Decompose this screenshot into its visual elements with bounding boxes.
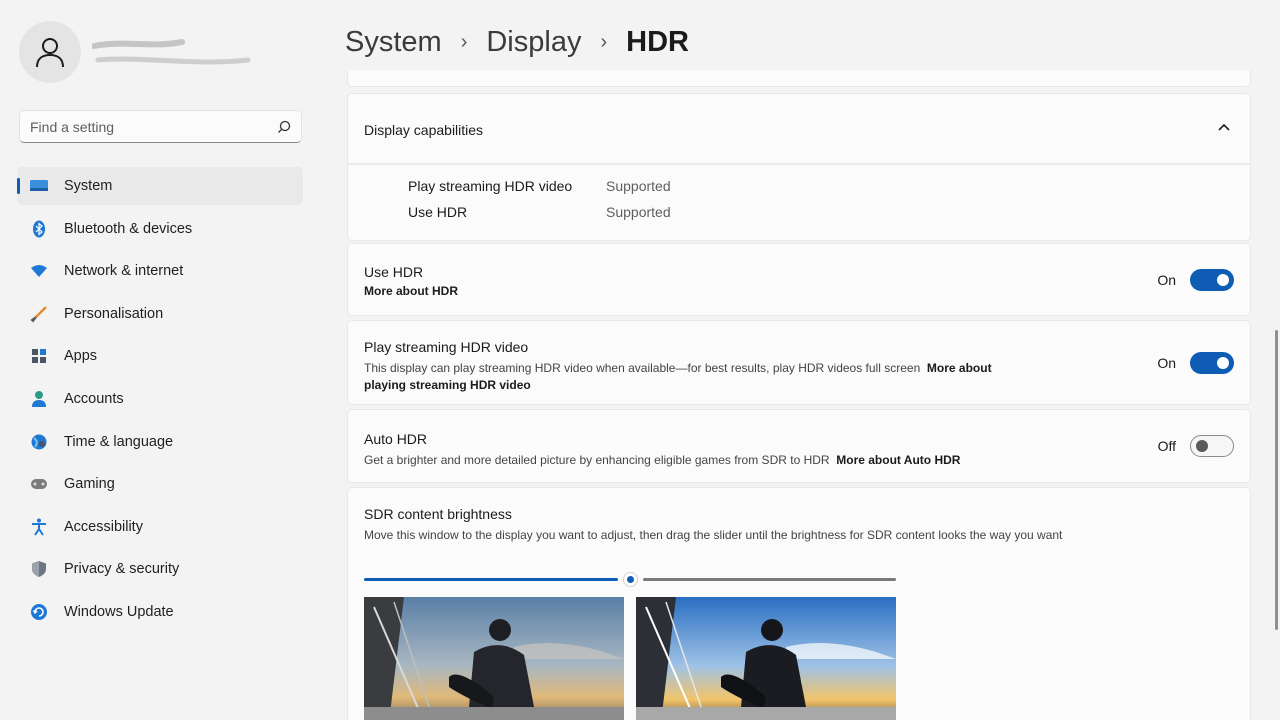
accessibility-icon: [29, 517, 49, 537]
sdr-brightness-title: SDR content brightness: [364, 506, 512, 522]
username-redacted: [92, 39, 251, 65]
accounts-icon: [29, 389, 49, 409]
sidebar-item-label: Apps: [64, 348, 98, 365]
streaming-hdr-toggle-group: On: [1157, 351, 1234, 374]
network-icon: [29, 261, 49, 281]
more-about-hdr-link[interactable]: More about HDR: [364, 284, 458, 298]
capability-row: Play streaming HDR video Supported: [408, 173, 671, 199]
auto-hdr-toggle[interactable]: [1190, 435, 1234, 457]
avatar[interactable]: [19, 21, 81, 83]
auto-hdr-description: Get a brighter and more detailed picture…: [364, 452, 1084, 469]
sdr-brightness-slider[interactable]: [364, 572, 896, 587]
toggle-state-label: On: [1157, 354, 1176, 371]
sdr-preview-image: [364, 597, 624, 720]
search-box[interactable]: [19, 110, 302, 143]
sidebar-item-windows-update[interactable]: Windows Update: [17, 593, 303, 631]
sidebar-item-label: Accessibility: [64, 518, 143, 535]
sidebar-item-network[interactable]: Network & internet: [17, 252, 303, 290]
slider-track: [642, 578, 896, 581]
sidebar-item-personalisation[interactable]: Personalisation: [17, 295, 303, 333]
slider-thumb[interactable]: [622, 572, 638, 587]
sidebar-nav: System Bluetooth & devices Network & int…: [17, 167, 303, 636]
display-capabilities-title: Display capabilities: [364, 122, 484, 138]
sidebar-item-accessibility[interactable]: Accessibility: [17, 508, 303, 546]
breadcrumb: System › Display › HDR: [345, 22, 689, 62]
sidebar-item-privacy[interactable]: Privacy & security: [17, 550, 303, 588]
use-hdr-title: Use HDR: [364, 264, 424, 280]
apps-icon: [29, 346, 49, 366]
scrollbar[interactable]: [1275, 330, 1278, 630]
gaming-icon: [29, 474, 49, 494]
streaming-hdr-description: This display can play streaming HDR vide…: [364, 360, 1064, 394]
use-hdr-toggle[interactable]: [1190, 268, 1234, 291]
toggle-state-label: On: [1157, 271, 1176, 288]
sidebar-item-label: Network & internet: [64, 263, 184, 280]
sidebar-item-label: Gaming: [64, 476, 115, 493]
display-capabilities-header[interactable]: Display capabilities: [347, 93, 1251, 164]
sidebar-item-label: Personalisation: [64, 305, 164, 322]
sidebar-item-gaming[interactable]: Gaming: [17, 465, 303, 503]
streaming-hdr-title: Play streaming HDR video: [364, 339, 529, 355]
auto-hdr-card: Auto HDR Get a brighter and more detaile…: [347, 409, 1251, 483]
chevron-right-icon: ›: [600, 30, 608, 53]
capability-value: Supported: [606, 204, 671, 220]
more-about-auto-hdr-link[interactable]: More about Auto HDR: [836, 453, 960, 467]
auto-hdr-desc-text: Get a brighter and more detailed picture…: [364, 453, 830, 467]
streaming-hdr-toggle[interactable]: [1190, 351, 1234, 374]
auto-hdr-toggle-group: Off: [1158, 435, 1234, 457]
sidebar-item-label: Windows Update: [64, 603, 174, 620]
capability-label: Play streaming HDR video: [408, 178, 573, 194]
windows-update-icon: [29, 602, 49, 622]
privacy-icon: [29, 559, 49, 579]
personalisation-icon: [29, 304, 49, 324]
chevron-up-icon[interactable]: [1218, 123, 1230, 131]
streaming-hdr-card: Play streaming HDR video This display ca…: [347, 320, 1251, 405]
sidebar-item-label: Bluetooth & devices: [64, 220, 193, 237]
sidebar-item-system[interactable]: System: [17, 167, 303, 205]
sidebar-item-label: System: [64, 178, 113, 194]
breadcrumb-display[interactable]: Display: [486, 26, 581, 59]
page-title: HDR: [626, 25, 689, 58]
display-capabilities-body: Play streaming HDR video Supported Use H…: [347, 164, 1251, 241]
sidebar-item-label: Accounts: [64, 390, 124, 407]
capability-label: Use HDR: [408, 204, 468, 220]
hdr-preview-image: [636, 597, 896, 720]
streaming-hdr-desc-text: This display can play streaming HDR vide…: [364, 361, 921, 375]
capability-value: Supported: [606, 178, 671, 194]
bluetooth-icon: [29, 219, 49, 239]
time-language-icon: [29, 432, 49, 452]
sidebar: System Bluetooth & devices Network & int…: [0, 0, 320, 720]
use-hdr-toggle-group: On: [1157, 268, 1234, 291]
capability-row: Use HDR Supported: [408, 199, 671, 225]
sidebar-item-label: Time & language: [64, 433, 174, 450]
sdr-brightness-description: Move this window to the display you want…: [364, 528, 1063, 542]
chevron-right-icon: ›: [460, 30, 468, 53]
toggle-state-label: Off: [1157, 438, 1176, 454]
sidebar-item-apps[interactable]: Apps: [17, 337, 303, 375]
playing-streaming-hdr-link[interactable]: playing streaming HDR video: [364, 378, 531, 392]
auto-hdr-title: Auto HDR: [364, 431, 428, 447]
sidebar-item-time-language[interactable]: Time & language: [17, 423, 303, 461]
more-about-link[interactable]: More about: [927, 361, 992, 375]
sdr-brightness-card: SDR content brightness Move this window …: [347, 487, 1251, 720]
system-icon: [29, 176, 49, 196]
previous-card-edge: [347, 70, 1251, 87]
user-icon: [36, 38, 64, 68]
slider-fill: [364, 578, 618, 581]
sidebar-item-bluetooth[interactable]: Bluetooth & devices: [17, 210, 303, 248]
breadcrumb-system[interactable]: System: [345, 26, 442, 59]
sidebar-item-accounts[interactable]: Accounts: [17, 380, 303, 418]
sidebar-item-label: Privacy & security: [64, 561, 180, 578]
use-hdr-card: Use HDR More about HDR On: [347, 243, 1251, 316]
search-input[interactable]: [30, 118, 277, 135]
search-icon[interactable]: [277, 120, 291, 134]
